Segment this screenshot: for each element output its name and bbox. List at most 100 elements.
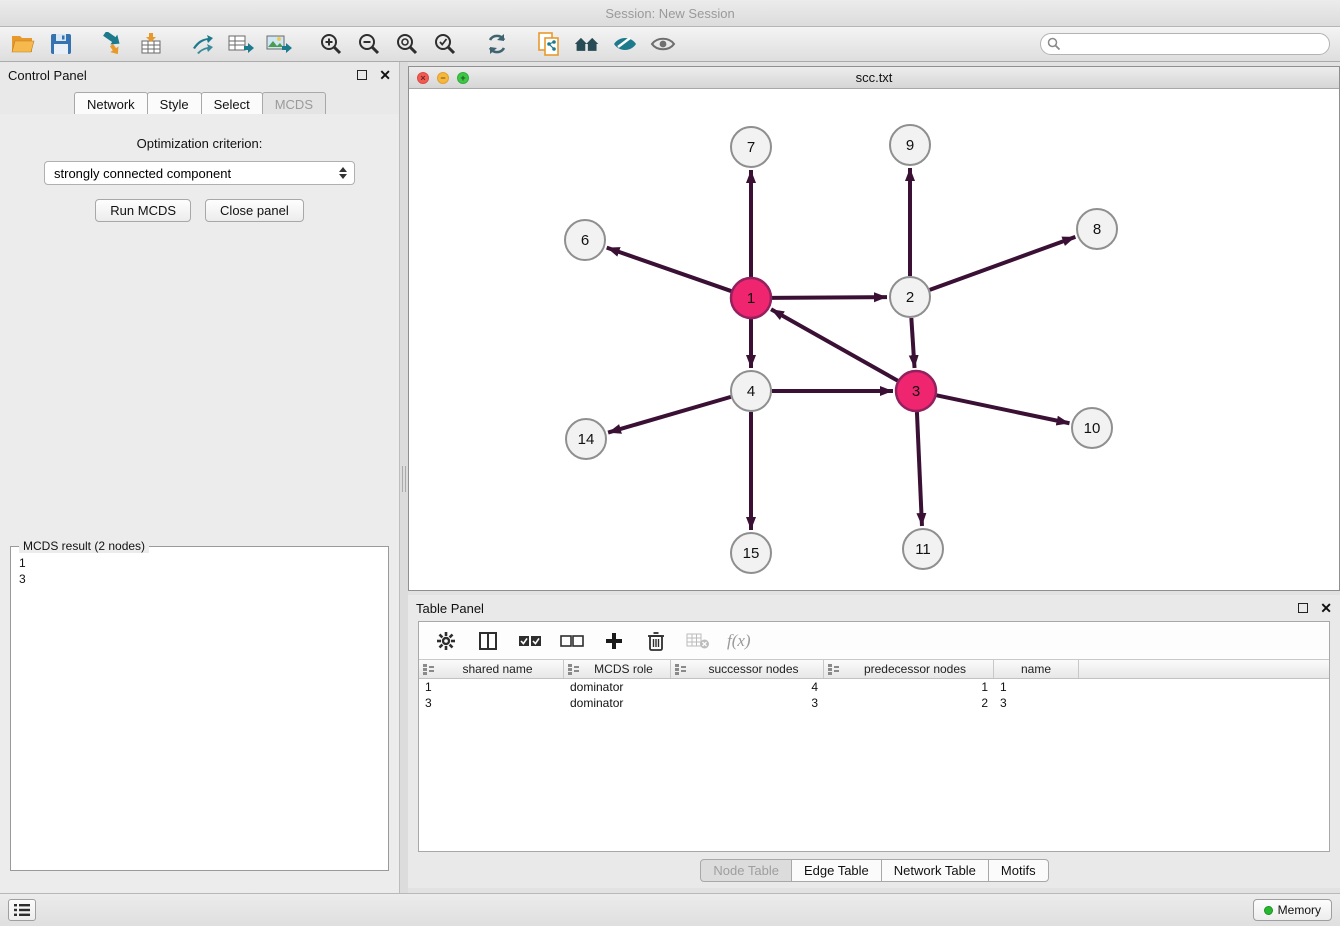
close-panel-icon[interactable]: ✕ (379, 68, 391, 82)
column-header-predecessor-nodes[interactable]: predecessor nodes (824, 660, 994, 678)
svg-text:7: 7 (747, 139, 755, 156)
graph-node[interactable]: 9 (890, 125, 930, 165)
column-header-successor-nodes[interactable]: successor nodes (671, 660, 824, 678)
tab-node-table[interactable]: Node Table (700, 859, 792, 882)
graph-node[interactable]: 4 (731, 371, 771, 411)
tab-edge-table[interactable]: Edge Table (791, 859, 882, 882)
mcds-result-box: MCDS result (2 nodes) 1 3 (10, 546, 389, 871)
tab-motifs[interactable]: Motifs (988, 859, 1049, 882)
window-close-icon[interactable]: × (417, 72, 429, 84)
table-row[interactable]: 1dominator411 (419, 679, 1329, 695)
import-network-icon[interactable] (100, 31, 126, 57)
graph-node[interactable]: 14 (566, 419, 606, 459)
refresh-icon[interactable] (484, 31, 510, 57)
select-all-columns-icon[interactable] (517, 628, 543, 654)
float-table-panel-icon[interactable] (1298, 603, 1308, 613)
titlebar[interactable]: Session: New Session (0, 0, 1340, 27)
graph-node[interactable]: 15 (731, 533, 771, 573)
svg-text:9: 9 (906, 137, 914, 154)
graph-edge[interactable] (772, 297, 887, 298)
zoom-fit-icon[interactable] (394, 31, 420, 57)
graph-edge[interactable] (608, 397, 731, 433)
column-header-shared-name[interactable]: shared name (419, 660, 564, 678)
column-type-icon (568, 664, 579, 675)
tab-style[interactable]: Style (147, 92, 202, 116)
svg-text:8: 8 (1093, 221, 1101, 238)
result-line: 3 (19, 571, 380, 587)
import-table-icon[interactable] (138, 31, 164, 57)
svg-text:6: 6 (581, 232, 589, 249)
result-line: 1 (19, 555, 380, 571)
table-settings-gear-icon[interactable] (433, 628, 459, 654)
column-header-filler (1079, 660, 1329, 678)
network-icon[interactable] (190, 31, 216, 57)
zoom-in-icon[interactable] (318, 31, 344, 57)
delete-column-icon[interactable] (643, 628, 669, 654)
graph-edge[interactable] (607, 248, 731, 291)
save-session-icon[interactable] (48, 31, 74, 57)
svg-text:2: 2 (906, 289, 914, 306)
tab-network-table[interactable]: Network Table (881, 859, 989, 882)
network-table-icon[interactable] (228, 31, 254, 57)
export-image-icon[interactable] (266, 31, 292, 57)
run-mcds-button[interactable]: Run MCDS (95, 199, 191, 222)
show-columns-icon[interactable] (475, 628, 501, 654)
network-window-title: scc.txt (409, 70, 1339, 85)
eye-icon[interactable] (650, 31, 676, 57)
tab-mcds[interactable]: MCDS (262, 92, 326, 116)
zoom-out-icon[interactable] (356, 31, 382, 57)
tab-select[interactable]: Select (201, 92, 263, 116)
graph-node[interactable]: 10 (1072, 408, 1112, 448)
clipboard-network-icon[interactable] (536, 31, 562, 57)
style-icon[interactable] (612, 31, 638, 57)
graph-node[interactable]: 11 (903, 529, 943, 569)
memory-status-icon (1264, 906, 1273, 915)
graph-node[interactable]: 1 (731, 278, 771, 318)
graph-node[interactable]: 8 (1077, 209, 1117, 249)
network-canvas[interactable]: 7 9 6 8 1 2 4 3 14 10 15 11 (409, 89, 1339, 590)
table-row[interactable]: 3dominator323 (419, 695, 1329, 711)
close-panel-button[interactable]: Close panel (205, 199, 304, 222)
unselect-all-columns-icon[interactable] (559, 628, 585, 654)
graph-node[interactable]: 3 (896, 371, 936, 411)
graph-node[interactable]: 2 (890, 277, 930, 317)
close-table-panel-icon[interactable]: ✕ (1320, 601, 1332, 615)
zoom-selected-icon[interactable] (432, 31, 458, 57)
open-file-icon[interactable] (10, 31, 36, 57)
network-graph[interactable]: 7 9 6 8 1 2 4 3 14 10 15 11 (409, 89, 1339, 590)
network-window-titlebar[interactable]: scc.txt × − + (409, 67, 1339, 89)
column-type-icon (828, 664, 839, 675)
optimization-criterion-select[interactable]: strongly connected component (44, 161, 355, 185)
search-input[interactable] (1040, 33, 1330, 55)
window-zoom-icon[interactable]: + (457, 72, 469, 84)
graph-edge[interactable] (937, 395, 1070, 423)
svg-text:10: 10 (1084, 420, 1101, 437)
graph-edge[interactable] (930, 237, 1076, 290)
home-icon[interactable] (574, 31, 600, 57)
window-minimize-icon[interactable]: − (437, 72, 449, 84)
node-table[interactable]: 1dominator4113dominator323 (419, 679, 1329, 851)
graph-node[interactable]: 6 (565, 220, 605, 260)
optimization-criterion-label: Optimization criterion: (0, 136, 399, 151)
search-field[interactable] (1040, 33, 1330, 55)
graph-edge[interactable] (771, 309, 898, 380)
mcds-result-list[interactable]: 1 3 (11, 547, 388, 595)
graph-edge[interactable] (911, 318, 914, 368)
function-builder-icon[interactable]: f(x) (727, 631, 751, 651)
table-panel-title: Table Panel (416, 601, 1298, 616)
delete-table-icon[interactable] (685, 628, 711, 654)
task-history-button[interactable] (8, 899, 36, 921)
network-window[interactable]: scc.txt × − + 7 9 6 8 1 2 4 3 14 10 15 11 (408, 66, 1340, 591)
node-table-body: 1dominator4113dominator323 (419, 679, 1329, 711)
graph-edge[interactable] (917, 412, 922, 526)
graph-node[interactable]: 7 (731, 127, 771, 167)
create-column-icon[interactable] (601, 628, 627, 654)
svg-text:11: 11 (915, 541, 931, 558)
svg-text:4: 4 (747, 383, 755, 400)
float-panel-icon[interactable] (357, 70, 367, 80)
memory-button[interactable]: Memory (1253, 899, 1332, 921)
vertical-splitter[interactable] (400, 62, 408, 893)
tab-network[interactable]: Network (74, 92, 148, 116)
column-header-name[interactable]: name (994, 660, 1079, 678)
column-header-mcds-role[interactable]: MCDS role (564, 660, 671, 678)
